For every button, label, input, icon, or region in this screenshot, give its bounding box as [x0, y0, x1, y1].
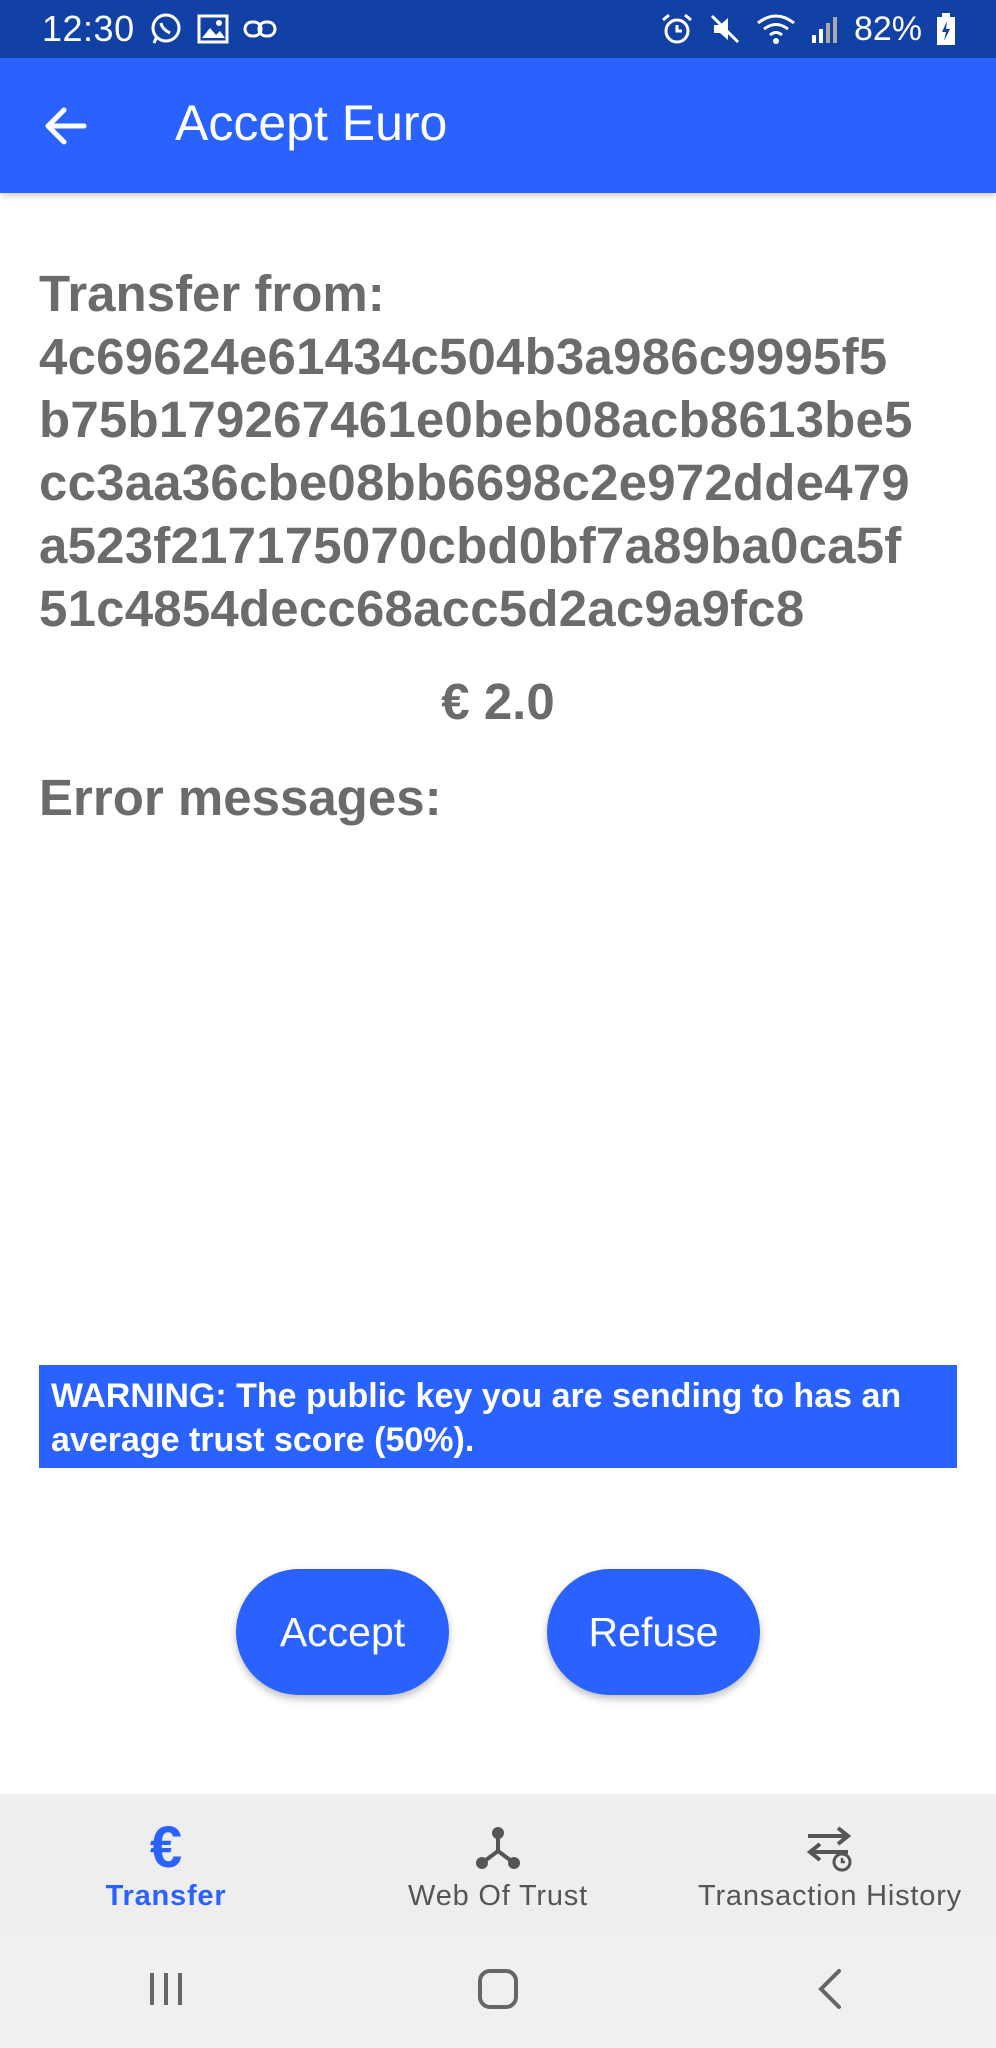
public-key-line: 51c4854decc68acc5d2ac9a9fc8	[39, 580, 805, 637]
bottom-navigation: € Transfer Web Of Trust Transaction Hist…	[0, 1794, 996, 1930]
mute-icon	[708, 12, 742, 46]
nav-item-web-of-trust[interactable]: Web Of Trust	[332, 1794, 664, 1930]
transfer-from-label: Transfer from:	[39, 265, 385, 322]
status-right: 82%	[660, 10, 956, 49]
whatsapp-icon	[149, 12, 183, 46]
nav-item-transfer[interactable]: € Transfer	[0, 1794, 332, 1930]
nav-item-transaction-history[interactable]: Transaction History	[664, 1794, 996, 1930]
wifi-icon	[756, 13, 796, 45]
euro-icon: €	[149, 1815, 183, 1880]
public-key-line: b75b179267461e0beb08acb8613be5	[39, 391, 913, 448]
arrow-back-icon	[45, 107, 87, 145]
error-messages-label: Error messages:	[39, 769, 442, 826]
back-button[interactable]	[36, 96, 96, 156]
recent-apps-icon	[150, 1973, 182, 2005]
nav-item-label: Transfer	[105, 1880, 227, 1912]
home-icon	[478, 1969, 518, 2009]
public-key-line: cc3aa36cbe08bb6698c2e972dde479	[39, 454, 910, 511]
status-left: 12:30	[42, 8, 277, 50]
accept-button[interactable]: Accept	[236, 1569, 449, 1695]
home-button[interactable]	[438, 1949, 558, 2029]
status-bar: 12:30 82%	[0, 0, 996, 58]
page-title: Accept Euro	[175, 95, 448, 151]
status-time: 12:30	[42, 8, 135, 49]
alarm-icon	[660, 12, 694, 46]
link-icon	[243, 18, 277, 40]
battery-percent: 82%	[853, 9, 922, 48]
system-back-button[interactable]	[770, 1949, 890, 2029]
transaction-history-icon	[804, 1822, 856, 1874]
trust-warning-banner: WARNING: The public key you are sending …	[39, 1365, 957, 1468]
app-bar: Accept Euro	[0, 58, 996, 193]
recent-apps-button[interactable]	[106, 1949, 226, 2029]
network-icon	[474, 1822, 522, 1874]
public-key-line: 4c69624e61434c504b3a986c9995f5	[39, 328, 888, 385]
gallery-icon	[197, 14, 229, 44]
signal-icon	[810, 13, 840, 45]
sender-public-key: 4c69624e61434c504b3a986c9995f5 b75b17926…	[39, 325, 979, 640]
system-navigation-bar	[0, 1930, 996, 2048]
transfer-amount: € 2.0	[441, 673, 555, 730]
refuse-button[interactable]: Refuse	[547, 1569, 760, 1695]
battery-icon	[936, 12, 956, 46]
nav-item-label: Transaction History	[698, 1880, 962, 1912]
nav-item-label: Web Of Trust	[408, 1880, 588, 1912]
chevron-left-icon	[818, 1969, 841, 2009]
public-key-line: a523f217175070cbd0bf7a89ba0ca5f	[39, 517, 902, 574]
